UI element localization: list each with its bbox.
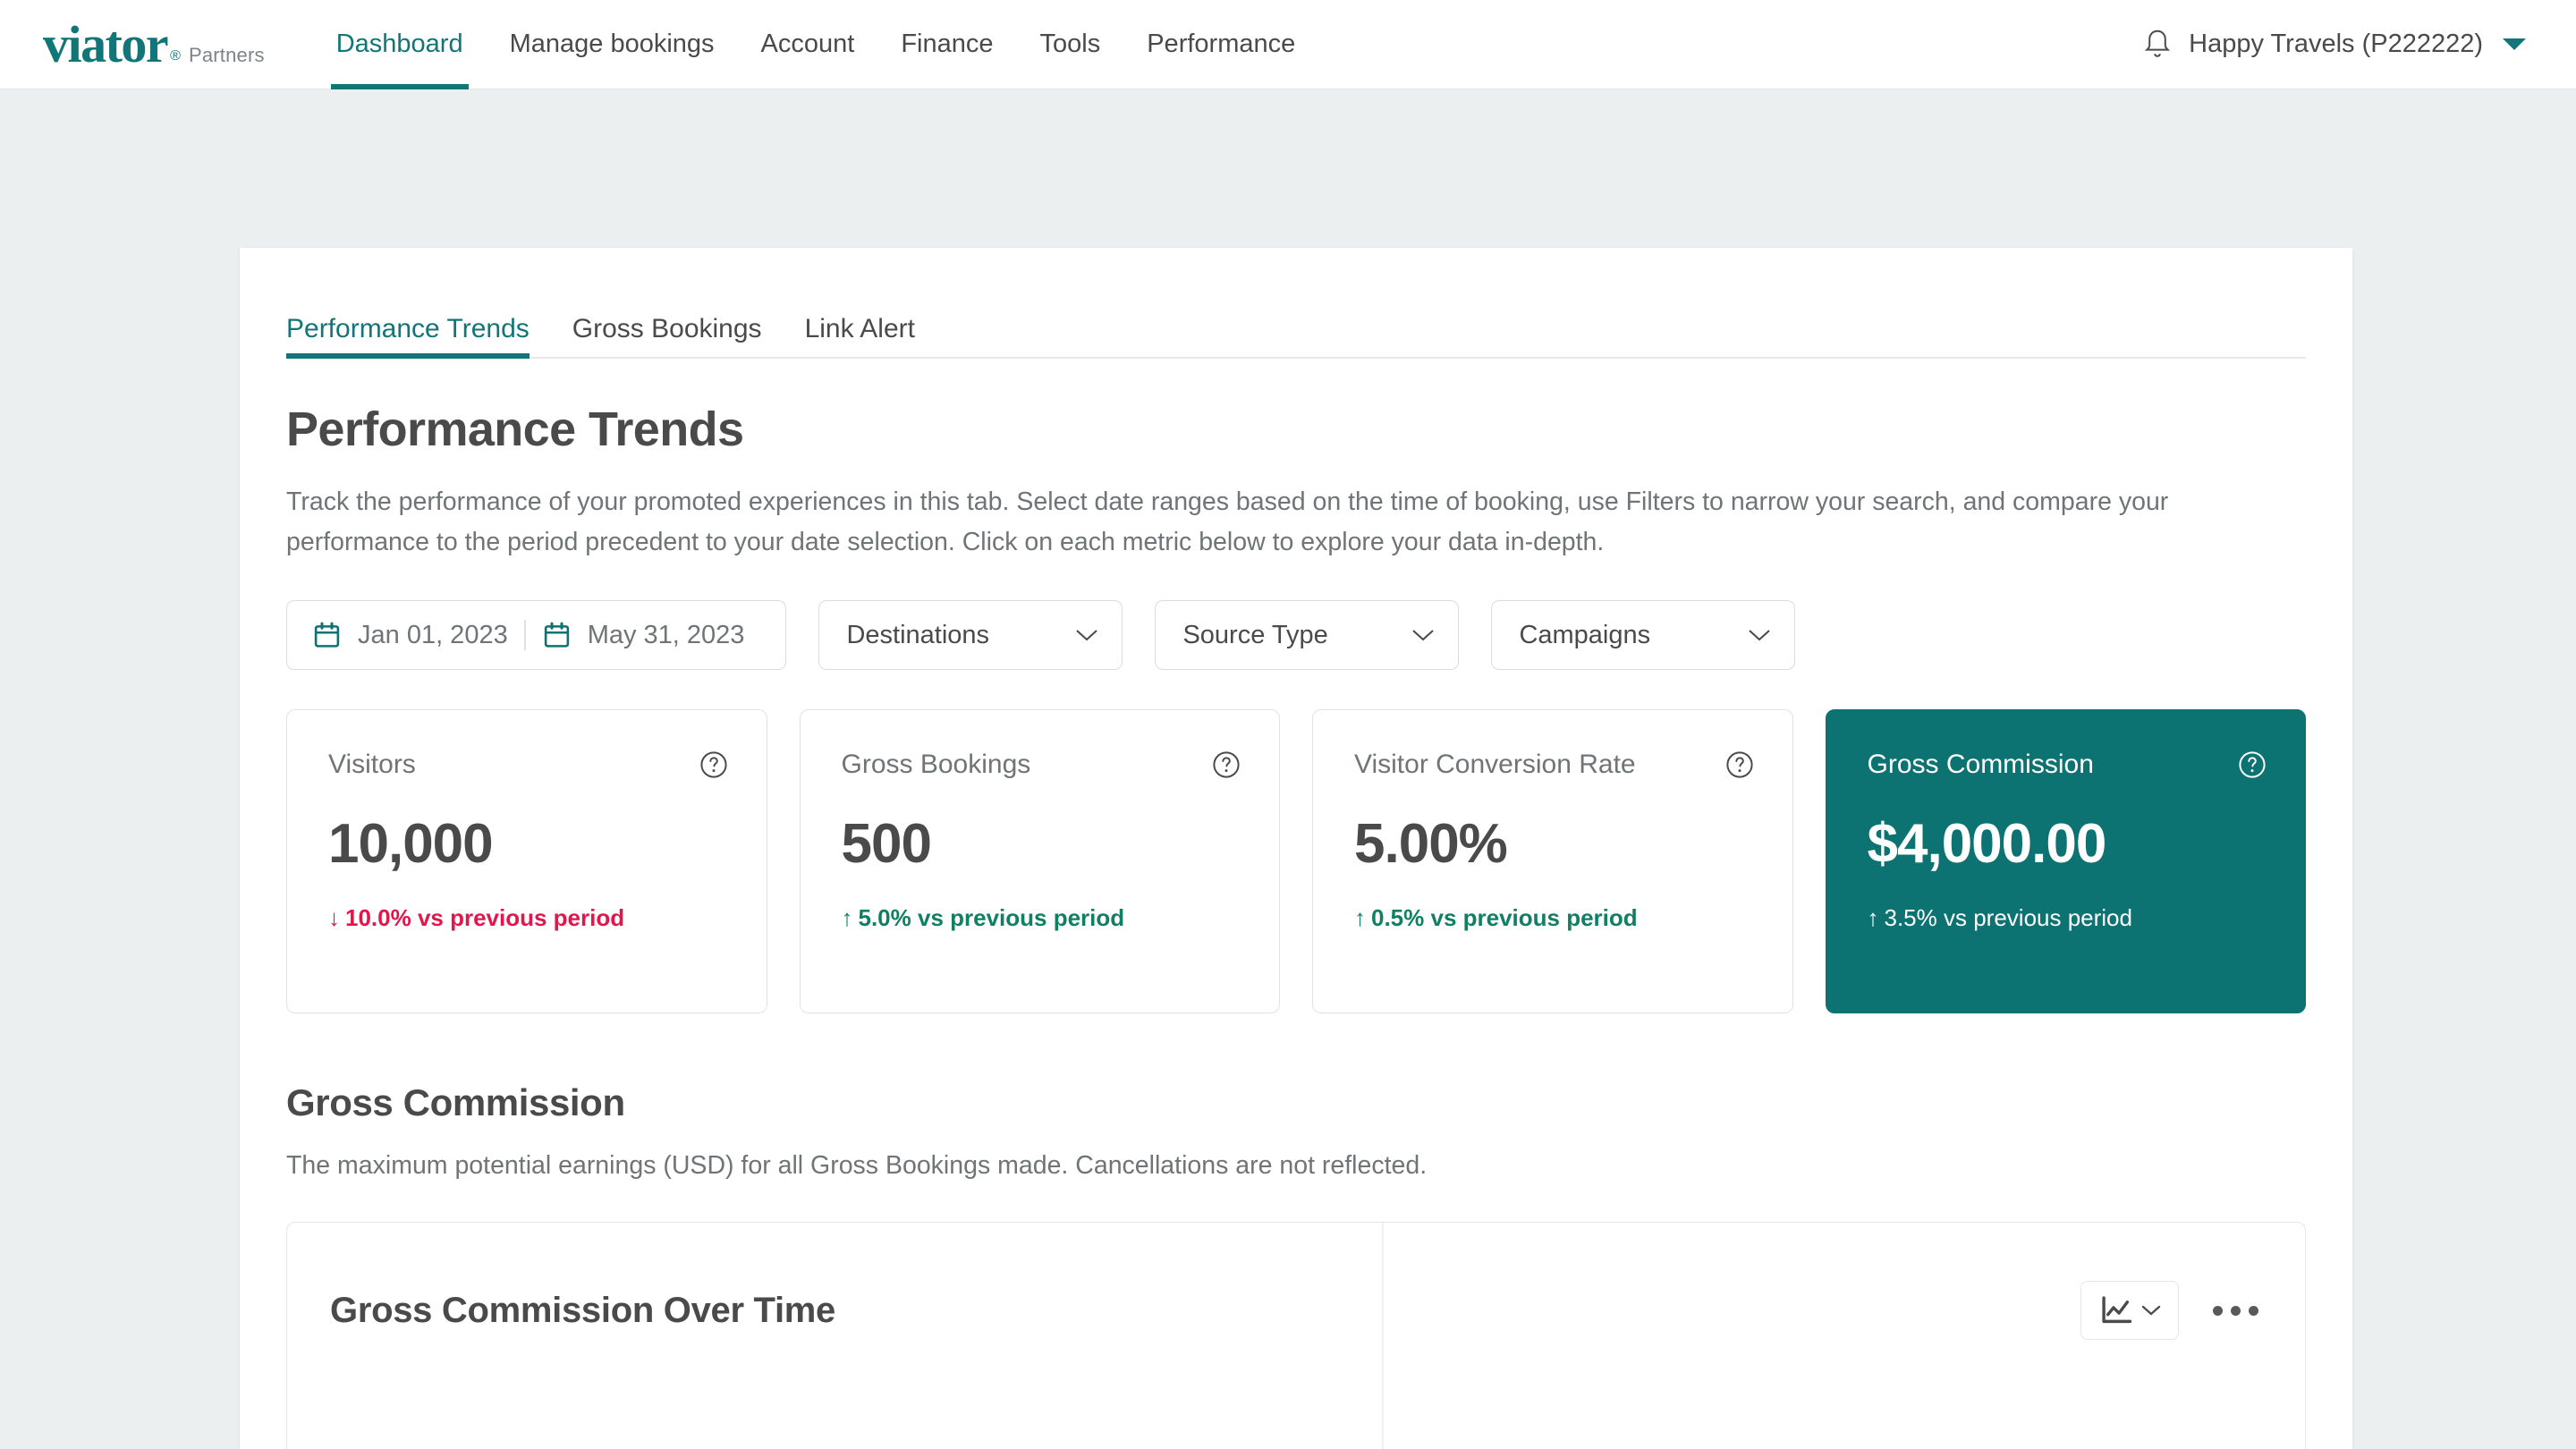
date-range-picker[interactable]: Jan 01, 2023 May 31, 2023 [286,600,787,670]
source-type-dropdown[interactable]: Source Type [1155,600,1460,670]
metric-cards: Visitors 10,000 ↓ 10.0% vs previous perio… [286,709,2306,1013]
metric-delta-text: 0.5% vs previous period [1371,904,1638,931]
filter-bar: Jan 01, 2023 May 31, 2023 Destinations S… [286,600,2306,670]
nav-item-manage-bookings[interactable]: Manage bookings [487,0,738,89]
arrow-up-icon: ↑ [1354,904,1366,931]
page-description: Track the performance of your promoted e… [286,487,2169,556]
end-date-value: May 31, 2023 [587,620,745,649]
chevron-down-icon [1412,630,1435,641]
metric-header: Visitors [328,750,729,780]
arrow-up-icon: ↑ [841,904,853,931]
nav-item-dashboard[interactable]: Dashboard [313,0,487,89]
tab-performance-trends[interactable]: Performance Trends [286,314,551,359]
line-chart-icon [2102,1296,2132,1324]
arrow-up-icon: ↑ [1867,904,1879,931]
metric-label: Visitor Conversion Rate [1354,750,1636,779]
tab-gross-bookings[interactable]: Gross Bookings [551,314,784,357]
metric-delta: ↓ 10.0% vs previous period [328,904,729,932]
chart-title: Gross Commission Over Time [330,1290,835,1330]
ellipsis-icon [2249,1305,2258,1316]
main-nav-items: Dashboard Manage bookings Account Financ… [313,0,1319,89]
metric-value: 10,000 [328,813,494,875]
metric-delta: ↑ 5.0% vs previous period [842,904,1242,932]
start-date-field[interactable]: Jan 01, 2023 [312,620,524,650]
bell-icon[interactable] [2142,28,2173,62]
gross-commission-heading: Gross Commission [286,1081,625,1123]
more-options-button[interactable] [2206,1297,2266,1325]
viator-partners-logo[interactable]: viator ® Partners [43,14,265,73]
metric-header: Visitor Conversion Rate [1354,750,1755,780]
start-date-value: Jan 01, 2023 [358,620,508,649]
account-menu[interactable]: Happy Travels (P222222) [2142,28,2526,62]
card-column-divider [1382,1223,1384,1449]
chart-card-header: Gross Commission Over Time [287,1257,2305,1364]
question-circle-icon[interactable] [1211,750,1241,780]
chart-card-actions [2080,1281,2266,1340]
metric-label: Gross Bookings [841,750,1031,779]
account-name-label: Happy Travels (P222222) [2189,30,2483,58]
chart-type-selector[interactable] [2080,1281,2179,1340]
calendar-icon [314,622,340,648]
campaigns-dropdown[interactable]: Campaigns [1491,600,1796,670]
metric-card-gross-commission[interactable]: Gross Commission $4,000.00 ↑ 3.5% vs prev… [1825,709,2306,1013]
destinations-dropdown[interactable]: Destinations [818,600,1123,670]
metric-card-visitors[interactable]: Visitors 10,000 ↓ 10.0% vs previous perio… [286,709,767,1013]
page-title: Performance Trends [286,402,744,456]
metric-header: Gross Bookings [842,750,1242,780]
nav-item-finance[interactable]: Finance [877,0,1016,89]
chevron-down-icon [1749,630,1771,641]
end-date-field[interactable]: May 31, 2023 [526,620,761,650]
metric-card-gross-bookings[interactable]: Gross Bookings 500 ↑ 5.0% vs previous per… [799,709,1280,1013]
metric-header: Gross Commission [1868,750,2268,780]
metric-delta-text: 3.5% vs previous period [1884,904,2132,931]
calendar-icon [544,622,569,648]
registered-trademark-icon: ® [170,47,181,64]
chevron-down-icon [2141,1305,2161,1316]
metric-value: 500 [841,813,932,875]
question-circle-icon[interactable] [1724,750,1755,780]
ellipsis-icon [2213,1305,2223,1316]
nav-item-performance[interactable]: Performance [1123,0,1318,89]
campaigns-label: Campaigns [1519,620,1651,649]
gross-commission-description: The maximum potential earnings (USD) for… [286,1151,1428,1180]
metric-delta-text: 10.0% vs previous period [345,904,625,931]
destinations-label: Destinations [846,620,990,649]
arrow-down-icon: ↓ [328,904,340,931]
ellipsis-icon [2231,1305,2241,1316]
gross-commission-chart-card: Gross Commission Over Time [286,1222,2306,1449]
metric-label: Visitors [328,750,416,779]
nav-item-tools[interactable]: Tools [1017,0,1124,89]
metric-label: Gross Commission [1867,750,2094,779]
page-body: Performance Trends Gross Bookings Link A… [0,89,2576,1449]
metric-value: 5.00% [1354,813,1508,875]
chevron-down-icon [1076,630,1098,641]
metric-delta: ↑ 3.5% vs previous period [1868,904,2268,932]
top-navigation-bar: viator ® Partners Dashboard Manage booki… [0,0,2576,89]
source-type-label: Source Type [1182,620,1328,649]
metric-value: $4,000.00 [1867,813,2107,875]
tab-link-alert[interactable]: Link Alert [784,314,936,357]
metric-delta: ↑ 0.5% vs previous period [1354,904,1755,932]
brand-wordmark: viator [43,14,169,73]
brand-partners-label: Partners [188,43,265,66]
performance-panel: Performance Trends Gross Bookings Link A… [240,248,2352,1449]
panel-tabs: Performance Trends Gross Bookings Link A… [286,303,2306,359]
metric-card-visitor-conversion-rate[interactable]: Visitor Conversion Rate 5.00% ↑ 0.5% vs p… [1312,709,1793,1013]
caret-down-icon[interactable] [2503,38,2526,50]
question-circle-icon[interactable] [2237,750,2267,780]
nav-item-account[interactable]: Account [738,0,878,89]
question-circle-icon[interactable] [699,750,729,780]
metric-delta-text: 5.0% vs previous period [858,904,1125,931]
